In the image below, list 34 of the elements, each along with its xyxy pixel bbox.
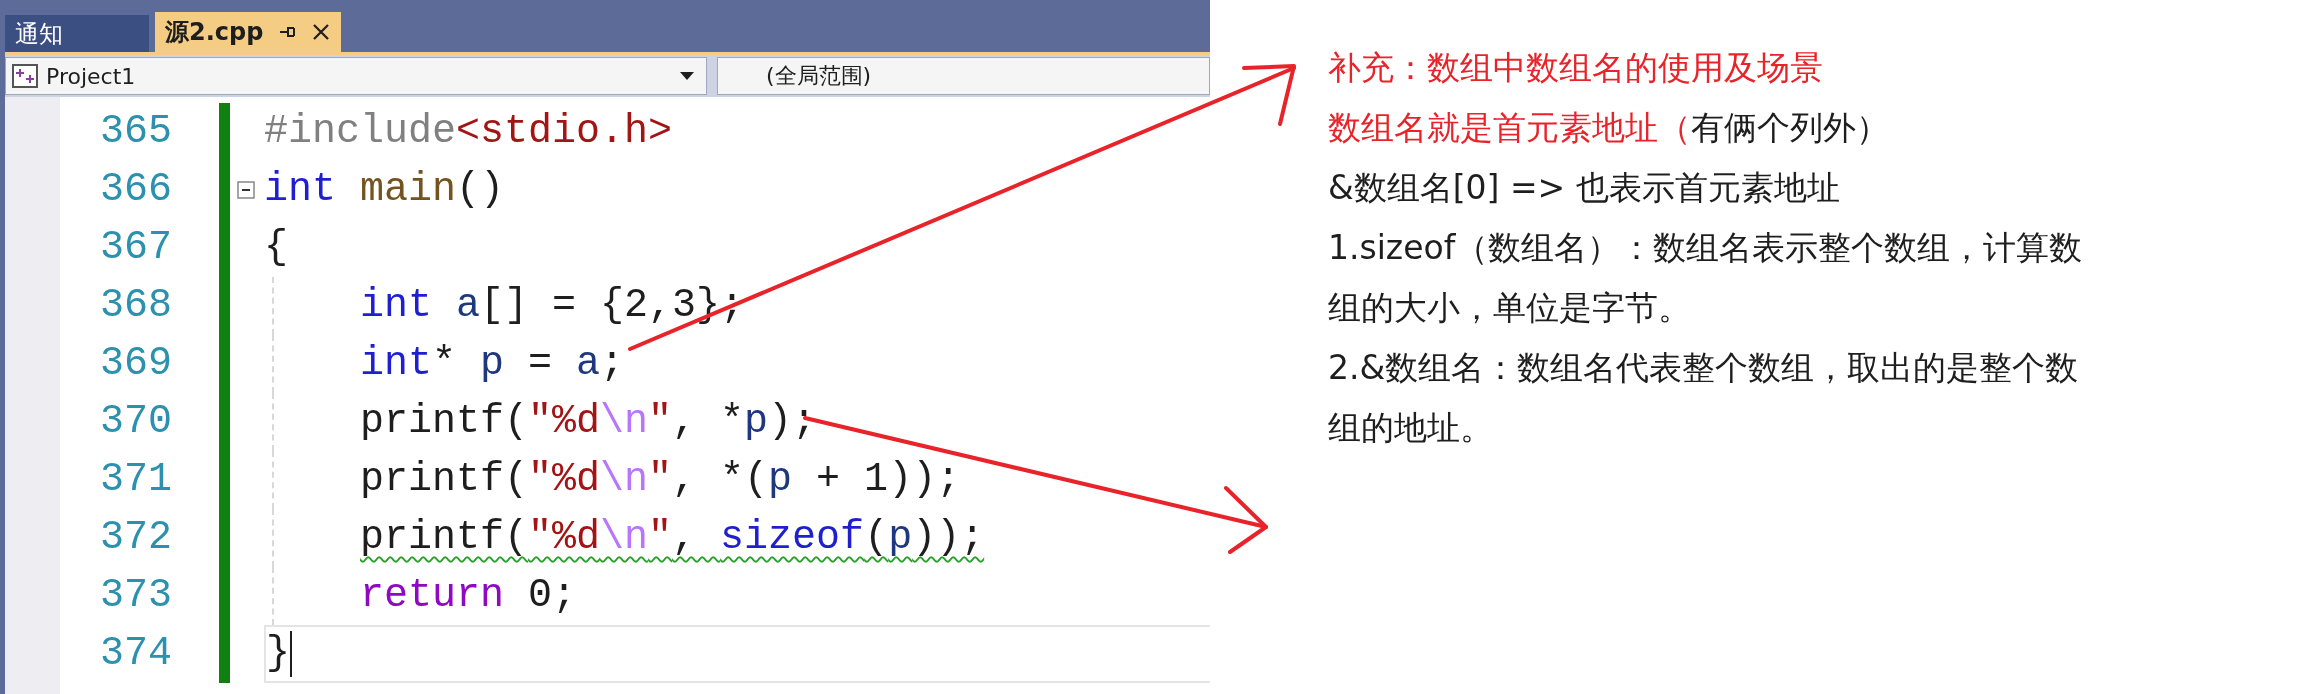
code-line: } [266, 630, 290, 678]
code-line: int main() [264, 166, 505, 214]
line-number: 372 [99, 514, 172, 562]
collapse-icon[interactable] [237, 181, 255, 199]
line-number: 367 [99, 224, 172, 272]
text-cursor [290, 631, 292, 677]
code-line: { [264, 224, 288, 272]
code-line: #include<stdio.h> [264, 108, 673, 156]
project-dropdown[interactable]: Project1 [5, 57, 707, 95]
tab[interactable]: 源2.cpp [155, 12, 342, 52]
note-text: 补充：数组中数组名的使用及场景 [1328, 47, 1824, 89]
line-number: 365 [99, 108, 172, 156]
line-number: 369 [99, 340, 172, 388]
code-line: printf("%d\n", *p); [360, 398, 817, 446]
line-number: 366 [99, 166, 172, 214]
scope-dropdown[interactable]: (全局范围) [717, 57, 1210, 95]
note-text: 1.sizeof（数组名）：数组名表示整个数组，计算数 组的大小，单位是字节。 [1328, 227, 2084, 329]
project-icon [12, 64, 38, 88]
code-line: int a[] = {2,3}; [360, 282, 745, 330]
line-number: 374 [99, 630, 172, 678]
line-number: 370 [99, 398, 172, 446]
tab[interactable]: 通知 [5, 15, 149, 52]
code-line: int* p = a; [360, 340, 625, 388]
note-text: 2.&数组名：数组名代表整个数组，取出的是整个数 组的地址。 [1328, 347, 2080, 449]
line-number: 368 [99, 282, 172, 330]
caret-icon [680, 72, 694, 80]
code-line: printf("%d\n", sizeof(p)); [360, 514, 985, 562]
note-text: &数组名[0] => 也表示首元素地址 [1328, 167, 1841, 209]
line-number: 371 [99, 456, 172, 504]
code-line: return 0; [360, 572, 577, 620]
line-number: 373 [99, 572, 172, 620]
note-text: 数组名就是首元素地址（有俩个列外） [1328, 107, 1890, 149]
code-line: printf("%d\n", *(p + 1)); [360, 456, 961, 504]
close-icon [311, 22, 332, 42]
